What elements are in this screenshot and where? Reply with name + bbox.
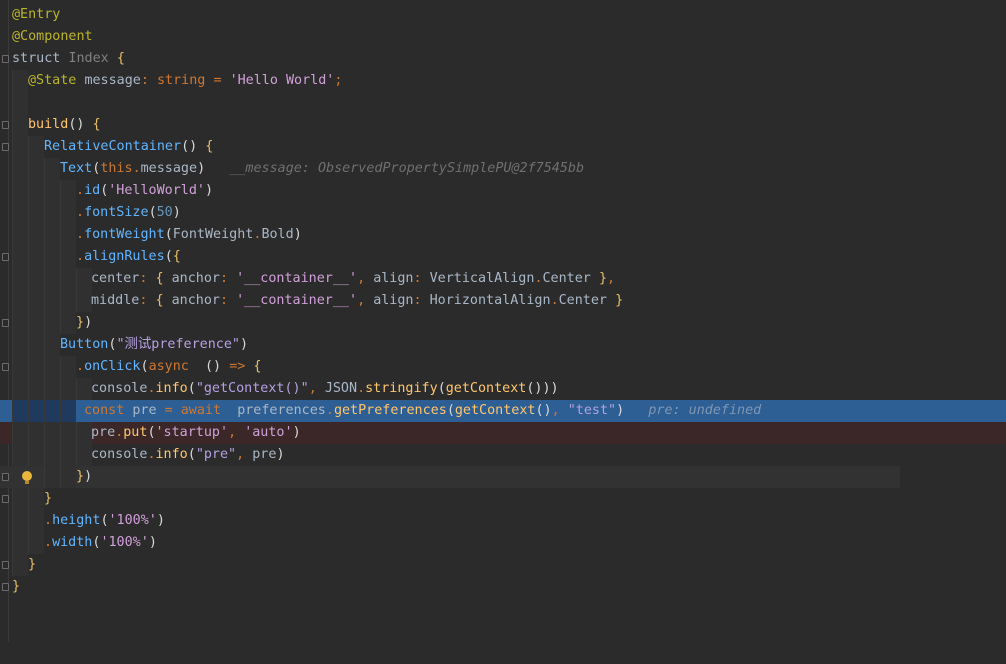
code-line[interactable]: build() {	[0, 114, 1006, 136]
current-line[interactable]: })	[0, 466, 900, 488]
code-line[interactable]: .height('100%')	[0, 510, 1006, 532]
fold-marker-icon[interactable]	[2, 583, 9, 591]
fold-marker-icon[interactable]	[2, 561, 9, 569]
code-line[interactable]: console.info("pre", pre)	[0, 444, 1006, 466]
fold-marker-icon[interactable]	[2, 143, 9, 151]
code-line[interactable]: .fontWeight(FontWeight.Bold)	[0, 224, 1006, 246]
code-line[interactable]: @State message: string = 'Hello World';	[0, 70, 1006, 92]
fold-marker-icon[interactable]	[2, 473, 9, 481]
inline-debug-hint: pre: undefined	[648, 403, 762, 418]
inline-debug-hint: __message: ObservedPropertySimplePU@2f75…	[229, 161, 585, 176]
code-line[interactable]: }	[0, 576, 1006, 598]
fold-marker-icon[interactable]	[2, 253, 9, 261]
lightbulb-icon[interactable]	[22, 471, 32, 484]
code-line[interactable]: .id('HelloWorld')	[0, 180, 1006, 202]
code-line[interactable]: @Component	[0, 26, 1006, 48]
code-token: @Component	[12, 29, 93, 44]
code-line[interactable]: center: { anchor: '__container__', align…	[0, 268, 1006, 290]
fold-marker-icon[interactable]	[2, 319, 9, 327]
code-line[interactable]: Button("测试preference")	[0, 334, 1006, 356]
fold-marker-icon[interactable]	[2, 495, 9, 503]
fold-marker-icon[interactable]	[2, 363, 9, 371]
code-line[interactable]: }	[0, 488, 1006, 510]
code-line[interactable]: pre.put('startup', 'auto')	[0, 422, 1006, 444]
code-line[interactable]: console.info("getContext()", JSON.string…	[0, 378, 1006, 400]
code-line[interactable]: .onClick(async () => {	[0, 356, 1006, 378]
code-line[interactable]: })	[0, 312, 1006, 334]
code-line[interactable]	[0, 92, 1006, 114]
code-line[interactable]: .width('100%')	[0, 532, 1006, 554]
code-line[interactable]: struct Index {	[0, 48, 1006, 70]
code-editor[interactable]: @Entry @Component struct Index { @State …	[0, 0, 1006, 642]
code-line[interactable]: @Entry	[0, 4, 1006, 26]
code-line[interactable]: }	[0, 554, 1006, 576]
fold-marker-icon[interactable]	[2, 55, 9, 63]
code-line[interactable]: Text(this.message) __message: ObservedPr…	[0, 158, 1006, 180]
code-line[interactable]: .alignRules({	[0, 246, 1006, 268]
fold-marker-icon[interactable]	[2, 121, 9, 129]
code-line[interactable]: RelativeContainer() {	[0, 136, 1006, 158]
code-token: @Entry	[12, 7, 61, 22]
code-line[interactable]: .fontSize(50)	[0, 202, 1006, 224]
code-line[interactable]: middle: { anchor: '__container__', align…	[0, 290, 1006, 312]
execution-point-line[interactable]: const pre = await preferences.getPrefere…	[0, 400, 1006, 422]
